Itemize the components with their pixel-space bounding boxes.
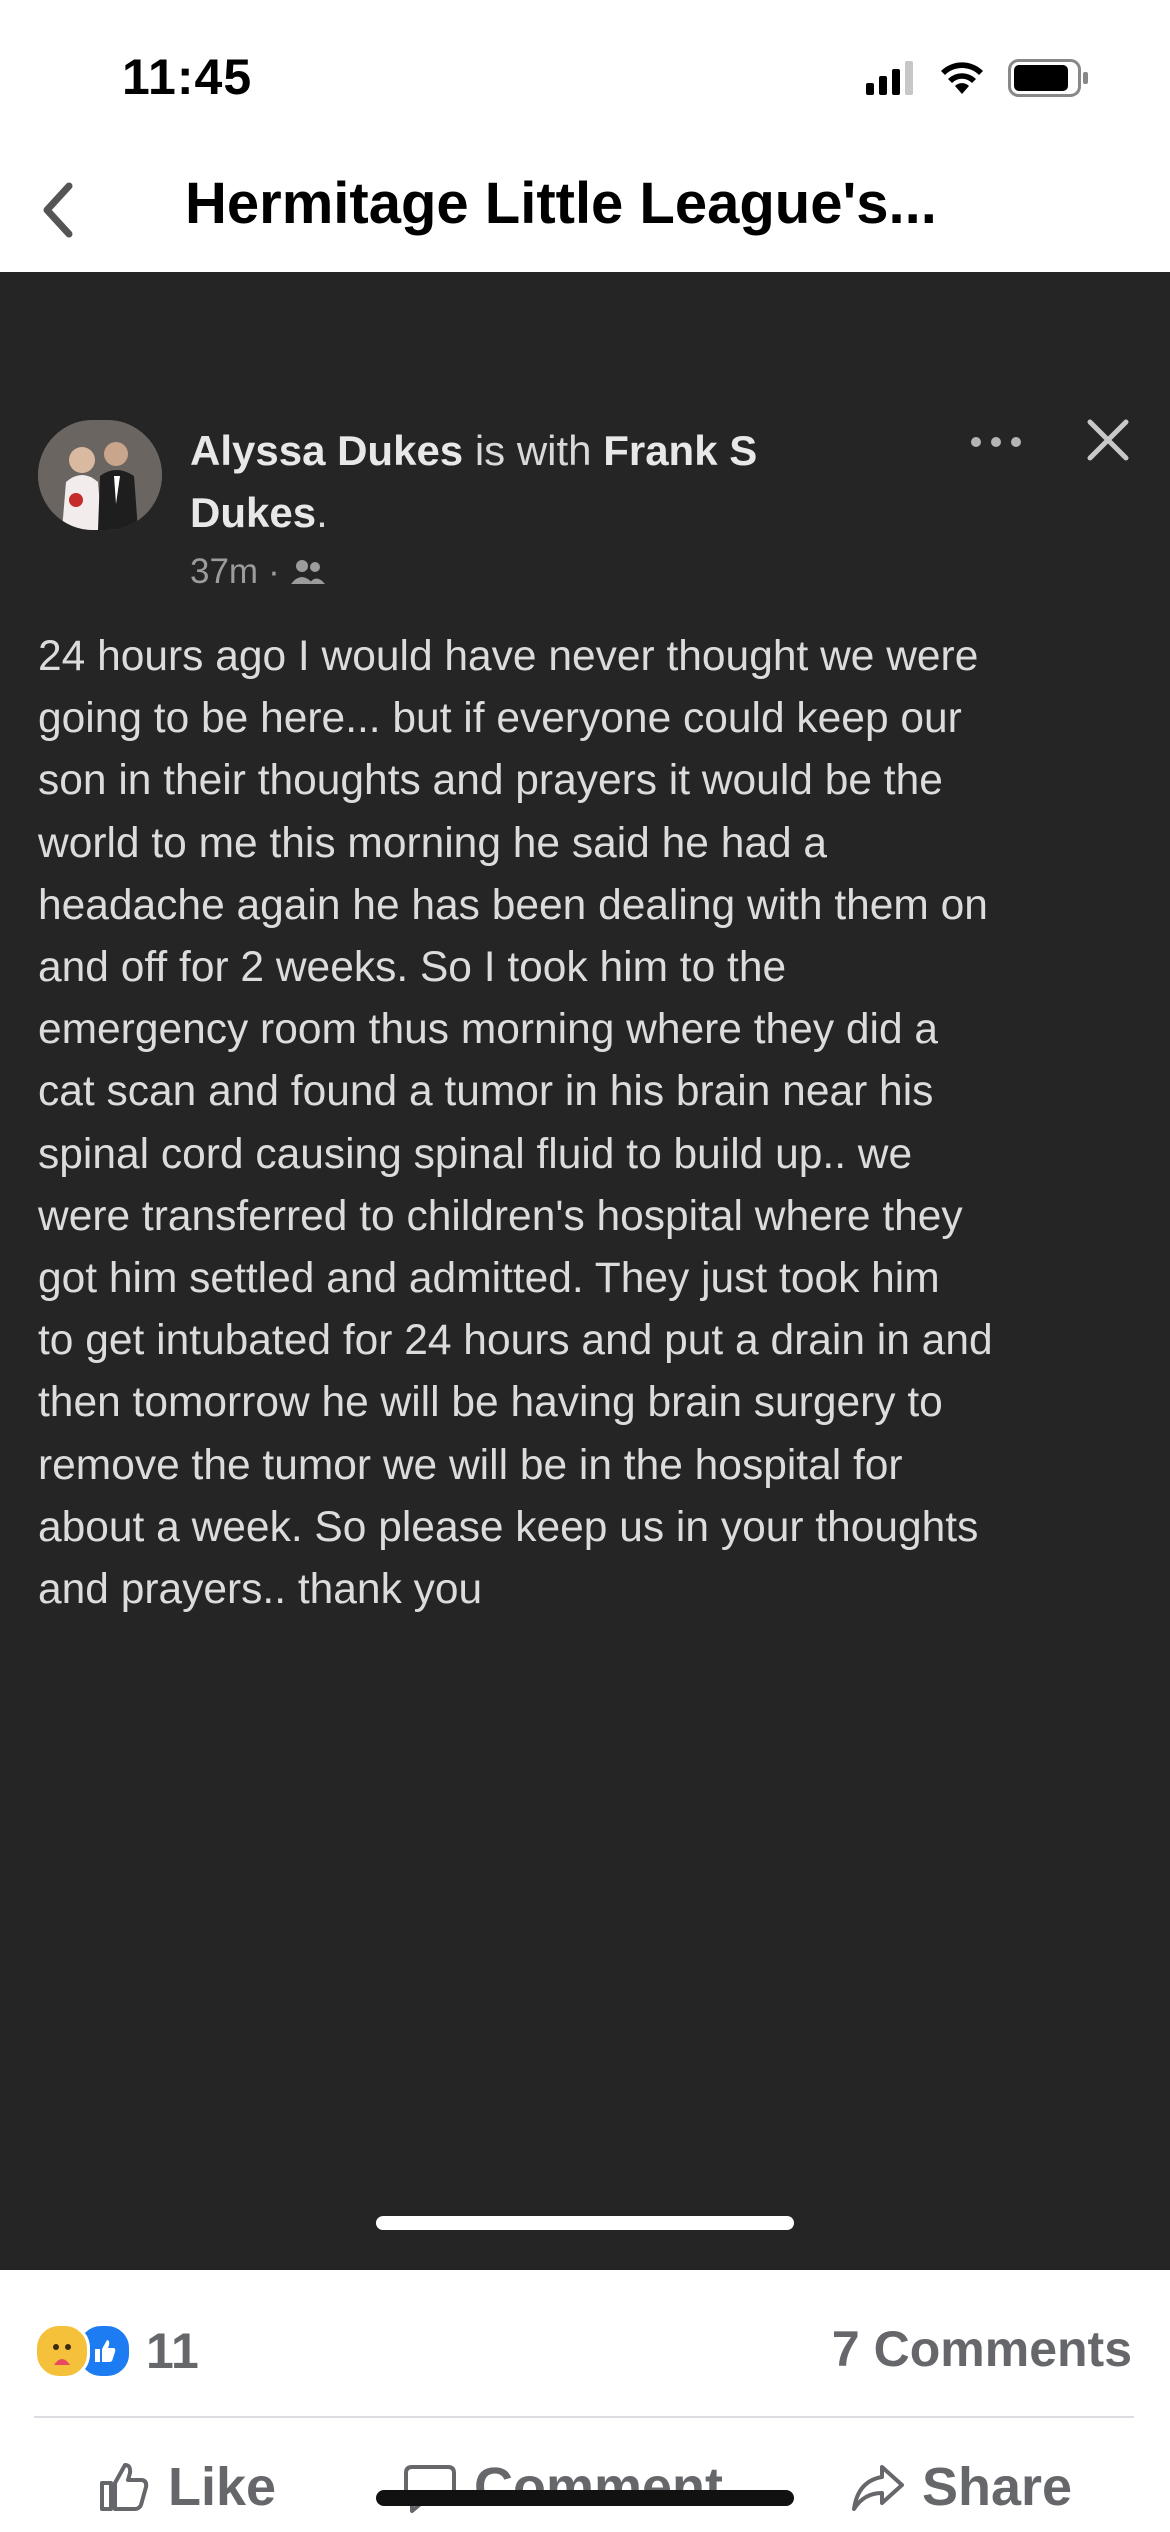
post-author-line: Alyssa Dukes is with Frank S Dukes. bbox=[190, 420, 890, 544]
more-options-icon[interactable] bbox=[966, 422, 1026, 462]
meta-separator: · bbox=[268, 552, 280, 591]
cellular-signal-icon bbox=[866, 61, 913, 95]
post-meta: 37m · bbox=[190, 552, 326, 592]
post-screenshot: Alyssa Dukes is with Frank S Dukes. 37m … bbox=[0, 272, 1170, 2270]
author-name[interactable]: Alyssa Dukes bbox=[190, 427, 463, 474]
footer-divider bbox=[34, 2416, 1134, 2418]
friends-icon bbox=[290, 560, 325, 584]
with-text: is with bbox=[463, 427, 604, 474]
share-label: Share bbox=[922, 2457, 1073, 2517]
share-arrow-icon bbox=[852, 2465, 904, 2511]
page-title: Hermitage Little League's... bbox=[185, 171, 937, 236]
nav-header: Hermitage Little League's... bbox=[0, 150, 1170, 272]
comments-count[interactable]: 7 Comments bbox=[832, 2320, 1132, 2378]
thumbs-up-icon bbox=[100, 2463, 149, 2511]
back-button[interactable] bbox=[28, 180, 88, 240]
status-bar: 11:45 bbox=[0, 0, 1170, 150]
like-button[interactable]: Like bbox=[96, 2456, 276, 2518]
status-icons bbox=[866, 58, 1090, 98]
battery-icon bbox=[1008, 59, 1088, 97]
reaction-count: 11 bbox=[146, 2323, 199, 2379]
comment-label: Comment bbox=[474, 2457, 724, 2517]
like-label: Like bbox=[168, 2457, 277, 2517]
comment-bubble-icon bbox=[404, 2465, 456, 2513]
screenshot-home-indicator bbox=[376, 2216, 794, 2230]
post-time: 37m bbox=[190, 552, 259, 591]
status-time: 11:45 bbox=[122, 49, 253, 105]
tagged-suffix: . bbox=[316, 489, 328, 536]
reactions-summary[interactable]: 11 bbox=[34, 2322, 199, 2380]
post-body-text: 24 hours ago I would have never thought … bbox=[38, 633, 993, 1614]
close-icon[interactable] bbox=[1080, 412, 1136, 468]
home-indicator[interactable] bbox=[376, 2490, 794, 2506]
share-button[interactable]: Share bbox=[850, 2456, 1072, 2518]
care-reaction-icon bbox=[34, 2323, 90, 2379]
avatar bbox=[38, 420, 162, 530]
wifi-icon bbox=[941, 62, 983, 94]
chevron-left-icon bbox=[43, 182, 73, 238]
comment-button[interactable]: Comment bbox=[402, 2456, 723, 2518]
